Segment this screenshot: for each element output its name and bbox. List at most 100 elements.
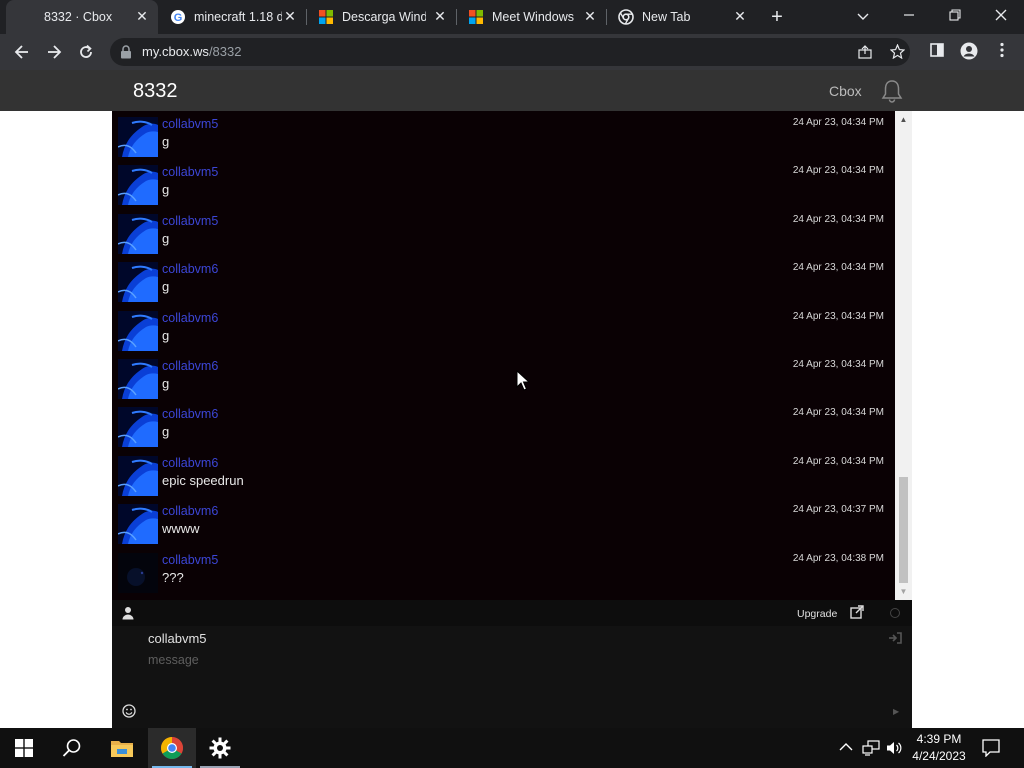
message-timestamp: 24 Apr 23, 04:34 PM [792, 262, 884, 273]
tab-title: New Tab [642, 10, 691, 24]
message-timestamp: 24 Apr 23, 04:34 PM [792, 407, 884, 418]
chrome-icon [161, 737, 183, 759]
avatar[interactable] [118, 504, 158, 544]
tab-new-tab[interactable]: New Tab ✕ [606, 0, 756, 34]
volume-icon[interactable] [886, 740, 902, 756]
tab-descarga[interactable]: Descarga Windo ✕ [306, 0, 456, 34]
close-icon[interactable]: ✕ [732, 8, 748, 24]
avatar[interactable] [118, 407, 158, 447]
bell-icon[interactable] [879, 78, 905, 104]
chevron-up-icon[interactable] [839, 742, 853, 752]
chrome-taskbar-button[interactable] [148, 728, 196, 768]
message-text: g [162, 182, 170, 197]
tab-title: minecraft 1.18 d [194, 10, 282, 24]
send-arrow-icon[interactable]: ▶ [893, 707, 899, 716]
chat-box: collabvm5 g 24 Apr 23, 04:34 PM collabvm5 g 2… [112, 111, 912, 728]
message-input[interactable] [148, 653, 748, 667]
page-title: 8332 [133, 80, 178, 102]
scrollbar[interactable]: ▲ ▼ [895, 111, 912, 600]
smiley-icon[interactable] [122, 704, 136, 718]
message-username[interactable]: collabvm6 [162, 359, 218, 373]
chrome-icon [618, 9, 634, 25]
close-window-button[interactable] [987, 4, 1015, 28]
tab-minecraft[interactable]: G minecraft 1.18 d ✕ [158, 0, 306, 34]
message-text: g [162, 231, 170, 246]
sign-in-icon[interactable] [888, 632, 902, 644]
close-icon[interactable]: ✕ [282, 8, 298, 24]
scrollbar-thumb[interactable] [899, 477, 908, 583]
url-path: /8332 [208, 44, 242, 59]
message-text: g [162, 279, 170, 294]
message-username[interactable]: collabvm5 [162, 165, 218, 179]
message-username[interactable]: collabvm6 [162, 262, 218, 276]
restore-button[interactable] [941, 4, 969, 28]
forward-button[interactable] [42, 40, 66, 64]
message-username[interactable]: collabvm5 [162, 214, 218, 228]
message-timestamp: 24 Apr 23, 04:34 PM [792, 117, 884, 128]
windows-logo-icon [15, 739, 33, 757]
tab-cbox[interactable]: 8332 · Cbox ✕ [6, 0, 158, 34]
message-username[interactable]: collabvm6 [162, 456, 218, 470]
reload-button[interactable] [74, 40, 98, 64]
microsoft-icon [319, 10, 333, 24]
avatar[interactable] [118, 553, 158, 593]
message-text: g [162, 376, 170, 391]
avatar[interactable] [118, 117, 158, 157]
avatar[interactable] [118, 165, 158, 205]
new-tab-button[interactable]: + [766, 6, 788, 28]
google-icon: G [171, 10, 185, 24]
mouse-cursor-icon [516, 370, 530, 391]
file-explorer-button[interactable] [98, 728, 146, 768]
chat-message: collabvm6 g 24 Apr 23, 04:34 PM [112, 353, 895, 401]
status-circle-icon [890, 608, 900, 618]
avatar[interactable] [118, 311, 158, 351]
lock-icon [121, 45, 131, 59]
message-username[interactable]: collabvm6 [162, 504, 218, 518]
message-username[interactable]: collabvm6 [162, 407, 218, 421]
avatar[interactable] [118, 456, 158, 496]
message-username[interactable]: collabvm6 [162, 311, 218, 325]
svg-text:G: G [174, 12, 183, 24]
chat-message: collabvm6 wwww 24 Apr 23, 04:37 PM [112, 498, 895, 546]
windows-taskbar: 4:39 PM 4/24/2023 [0, 728, 1024, 768]
share-icon[interactable] [858, 45, 872, 59]
scroll-up-arrow-icon[interactable]: ▲ [895, 111, 912, 128]
side-panel-icon[interactable] [927, 42, 947, 62]
settings-taskbar-button[interactable] [196, 728, 244, 768]
message-username[interactable]: collabvm5 [162, 553, 218, 567]
back-button[interactable] [10, 40, 34, 64]
scroll-down-arrow-icon[interactable]: ▼ [895, 583, 912, 600]
message-timestamp: 24 Apr 23, 04:34 PM [792, 456, 884, 467]
tab-search-chevron-icon[interactable] [849, 4, 877, 28]
compose-name[interactable]: collabvm5 [148, 631, 207, 646]
tab-strip: 8332 · Cbox ✕ G minecraft 1.18 d ✕ Desca… [0, 0, 1024, 34]
close-icon[interactable]: ✕ [134, 8, 150, 24]
search-button[interactable] [48, 728, 96, 768]
network-icon[interactable] [862, 740, 880, 756]
avatar[interactable] [118, 214, 158, 254]
close-icon[interactable]: ✕ [432, 8, 448, 24]
message-text: g [162, 134, 170, 149]
system-clock[interactable]: 4:39 PM 4/24/2023 [906, 731, 972, 765]
address-bar[interactable]: my.cbox.ws/8332 [110, 38, 910, 66]
minimize-button[interactable] [895, 4, 923, 28]
start-button[interactable] [0, 728, 48, 768]
close-icon[interactable]: ✕ [582, 8, 598, 24]
bookmark-star-icon[interactable] [890, 44, 905, 59]
upgrade-link[interactable]: Upgrade [797, 608, 837, 620]
profile-icon[interactable] [959, 42, 979, 62]
message-timestamp: 24 Apr 23, 04:34 PM [792, 214, 884, 225]
message-list[interactable]: collabvm5 g 24 Apr 23, 04:34 PM collabvm5 g 2… [112, 111, 895, 600]
cbox-brand-link[interactable]: Cbox [829, 83, 862, 99]
tab-meet-windows[interactable]: Meet Windows ✕ [456, 0, 606, 34]
notifications-icon[interactable] [982, 739, 1000, 757]
external-link-icon[interactable] [850, 605, 864, 619]
user-icon[interactable] [122, 606, 134, 620]
message-username[interactable]: collabvm5 [162, 117, 218, 131]
more-menu-icon[interactable] [992, 42, 1012, 62]
avatar[interactable] [118, 359, 158, 399]
chat-message: collabvm5 g 24 Apr 23, 04:34 PM [112, 159, 895, 207]
clock-time: 4:39 PM [916, 732, 962, 746]
avatar[interactable] [118, 262, 158, 302]
tab-title: 8332 · Cbox [44, 10, 113, 24]
